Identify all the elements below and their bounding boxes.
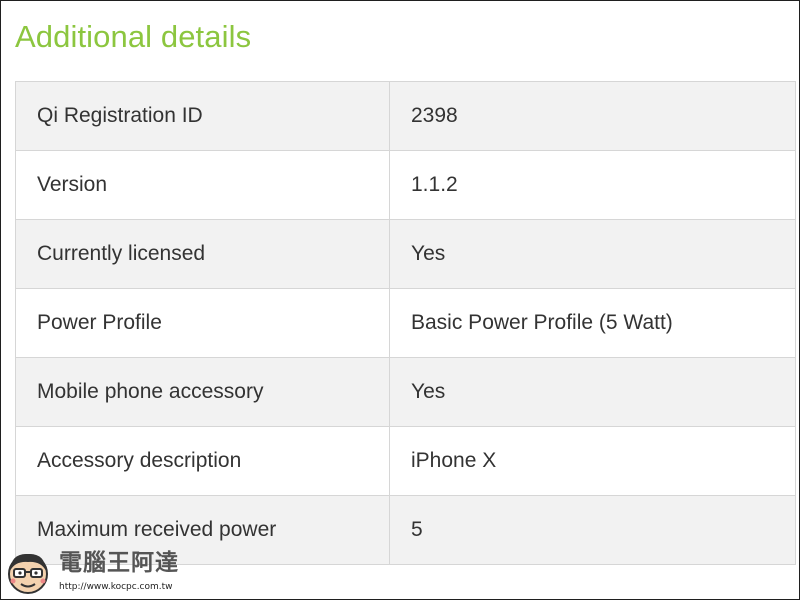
detail-label: Currently licensed <box>15 219 390 289</box>
detail-value: Yes <box>389 219 796 289</box>
table-row: Accessory description iPhone X <box>15 426 796 496</box>
page-frame: Additional details Qi Registration ID 23… <box>0 0 800 600</box>
watermark-logo: 電腦王阿達 http://www.kocpc.com.tw <box>3 545 193 599</box>
watermark-brand: 電腦王阿達 <box>59 550 179 576</box>
mascot-icon <box>8 553 48 594</box>
table-row: Currently licensed Yes <box>15 219 796 289</box>
section-title: Additional details <box>15 19 252 54</box>
detail-label: Power Profile <box>15 288 390 358</box>
detail-label: Accessory description <box>15 426 390 496</box>
detail-label: Qi Registration ID <box>15 81 390 151</box>
table-row: Version 1.1.2 <box>15 150 796 220</box>
detail-value: iPhone X <box>389 426 796 496</box>
detail-value: Basic Power Profile (5 Watt) <box>389 288 796 358</box>
detail-value: 2398 <box>389 81 796 151</box>
detail-value: 5 <box>389 495 796 565</box>
table-row: Qi Registration ID 2398 <box>15 81 796 151</box>
table-row: Power Profile Basic Power Profile (5 Wat… <box>15 288 796 358</box>
watermark-url: http://www.kocpc.com.tw <box>59 582 173 592</box>
details-table: Qi Registration ID 2398 Version 1.1.2 Cu… <box>15 81 796 565</box>
detail-label: Mobile phone accessory <box>15 357 390 427</box>
detail-label: Version <box>15 150 390 220</box>
detail-value: Yes <box>389 357 796 427</box>
table-row: Mobile phone accessory Yes <box>15 357 796 427</box>
detail-value: 1.1.2 <box>389 150 796 220</box>
